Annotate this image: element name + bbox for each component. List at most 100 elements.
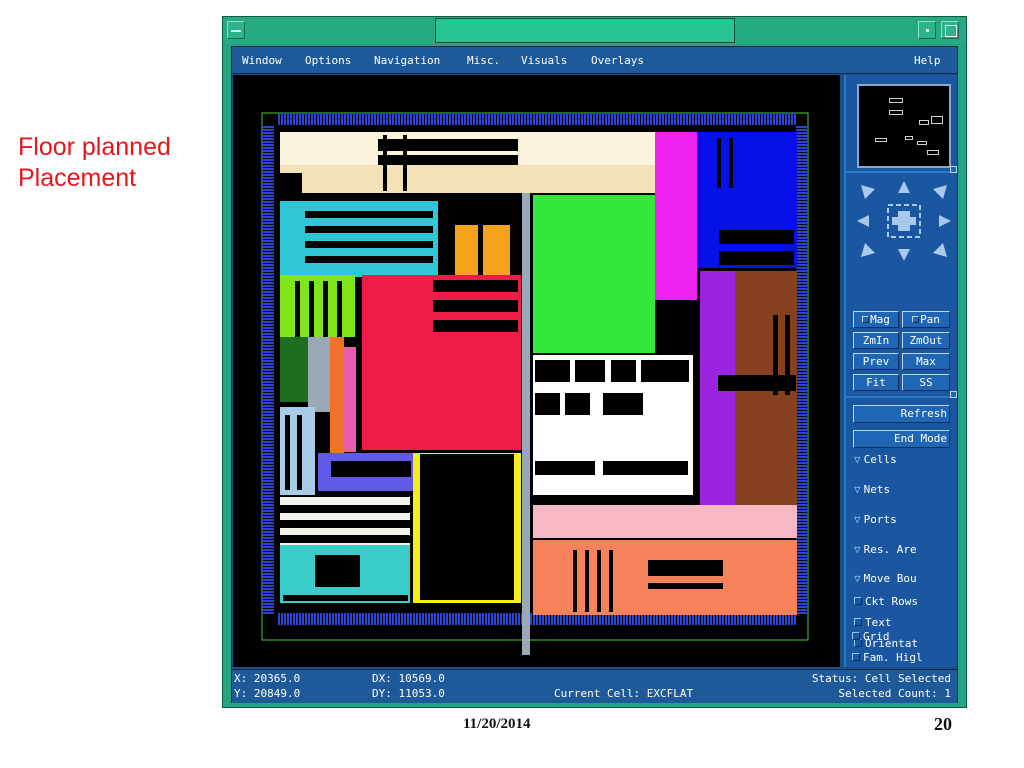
window-titlebar[interactable] — [223, 17, 966, 44]
footer-date: 11/20/2014 — [463, 716, 531, 732]
expand-triangle-icon: ▽ — [854, 513, 861, 526]
res-area-label: Res. Are — [863, 543, 917, 556]
minimap-shape — [875, 138, 887, 142]
pan-arrows-icon[interactable] — [855, 179, 953, 263]
current-cell: Current Cell: EXCFLAT — [554, 687, 694, 700]
minimap-shape — [905, 136, 913, 140]
pan-button[interactable]: Pan — [902, 311, 950, 328]
pan-right-icon — [939, 215, 951, 227]
minimize-button[interactable] — [918, 21, 936, 39]
ckt-rows-toggle[interactable]: Ckt Rows — [854, 595, 957, 609]
region-salmon — [533, 540, 797, 615]
pan-down-right-icon — [933, 243, 947, 257]
x-coordinate: X: 20365.0 — [234, 672, 301, 685]
grid-toggle[interactable]: Grid — [852, 630, 952, 644]
menu-overlays[interactable]: Overlays — [591, 54, 644, 67]
panel-separator — [846, 391, 957, 398]
slide-caption: Floor planned Placement — [18, 132, 171, 194]
fit-button[interactable]: Fit — [853, 374, 899, 391]
ckt-rows-checkbox[interactable] — [854, 597, 862, 605]
family-highlight-toggle[interactable]: Fam. Higl — [852, 651, 952, 665]
dx-value: DX: 10569.0 — [372, 672, 445, 685]
window-title-field — [435, 18, 735, 43]
res-area-expander[interactable]: ▽ Res. Are — [854, 543, 957, 557]
ports-label: Ports — [863, 513, 897, 526]
zoom-out-button[interactable]: ZmOut — [902, 332, 950, 349]
menu-misc[interactable]: Misc. — [467, 54, 500, 67]
pan-up-right-icon — [933, 185, 947, 199]
region-pink — [533, 505, 797, 538]
menu-options[interactable]: Options — [305, 54, 351, 67]
move-bounds-expander[interactable]: ▽ Move Bou — [854, 572, 957, 586]
grid-label: Grid — [863, 630, 890, 643]
minimap-shape — [889, 98, 903, 103]
region-macro-block — [420, 454, 514, 600]
ss-button[interactable]: SS — [902, 374, 950, 391]
prev-button[interactable]: Prev — [853, 353, 899, 370]
ckt-rows-label: Ckt Rows — [865, 595, 918, 608]
text-toggle[interactable]: Text — [854, 616, 957, 630]
menu-window[interactable]: Window — [242, 54, 282, 67]
y-coordinate: Y: 20849.0 — [234, 687, 301, 700]
floorplan-drawing — [261, 112, 809, 655]
separator-handle[interactable] — [950, 166, 957, 173]
window-client-area: Window Options Navigation Misc. Visuals … — [231, 46, 958, 703]
menu-navigation[interactable]: Navigation — [374, 54, 440, 67]
text-checkbox[interactable] — [854, 618, 862, 626]
layout-canvas[interactable] — [233, 75, 840, 667]
pan-label: Pan — [920, 313, 940, 326]
end-mode-button[interactable]: End Mode — [853, 430, 950, 448]
separator-handle[interactable] — [950, 391, 957, 398]
pan-up-left-icon — [861, 185, 875, 199]
cells-label: Cells — [863, 453, 897, 466]
mag-label: Mag — [870, 313, 890, 326]
text-label: Text — [865, 616, 892, 629]
tool-panel: Mag Pan ZmIn ZmOut Prev Max Fit SS Refre… — [844, 75, 957, 667]
expand-triangle-icon: ▽ — [854, 483, 861, 496]
minimap-shape — [889, 110, 903, 115]
overview-minimap[interactable] — [857, 84, 951, 168]
region-lime — [280, 275, 355, 337]
menu-help[interactable]: Help — [914, 54, 941, 67]
caption-line-1: Floor planned — [18, 133, 171, 161]
menu-visuals[interactable]: Visuals — [521, 54, 567, 67]
minimap-shape — [931, 116, 943, 124]
region-tan — [280, 165, 657, 193]
status-bar: X: 20365.0 Y: 20849.0 DX: 10569.0 DY: 11… — [232, 669, 957, 703]
mag-checkbox[interactable] — [862, 316, 870, 323]
mag-button[interactable]: Mag — [853, 311, 899, 328]
pan-down-icon — [898, 249, 910, 261]
minimap-shape — [927, 150, 939, 155]
family-highlight-label: Fam. Higl — [863, 651, 923, 664]
pan-left-icon — [857, 215, 869, 227]
region-magenta — [655, 132, 697, 300]
family-highlight-checkbox[interactable] — [852, 653, 860, 661]
region-blue — [697, 132, 797, 268]
pan-down-left-icon — [861, 243, 875, 257]
region-darkgreen — [280, 337, 308, 402]
pan-checkbox[interactable] — [912, 316, 920, 323]
grid-checkbox[interactable] — [852, 632, 860, 640]
expand-triangle-icon: ▽ — [854, 572, 861, 585]
dy-value: DY: 11053.0 — [372, 687, 445, 700]
minimap-shape — [919, 120, 929, 125]
region-spine — [522, 193, 530, 655]
max-button[interactable]: Max — [902, 353, 950, 370]
pan-up-icon — [898, 181, 910, 193]
cells-expander[interactable]: ▽ Cells — [854, 453, 957, 467]
zoom-in-button[interactable]: ZmIn — [853, 332, 899, 349]
menu-bar: Window Options Navigation Misc. Visuals … — [232, 47, 957, 74]
page-number: 20 — [934, 714, 952, 734]
expand-triangle-icon: ▽ — [854, 543, 861, 556]
nets-expander[interactable]: ▽ Nets — [854, 483, 957, 497]
panel-separator — [846, 166, 957, 173]
region-green — [533, 195, 655, 353]
minimap-shape — [917, 141, 927, 145]
window-menu-button[interactable] — [227, 21, 245, 39]
caption-line-2: Placement — [18, 164, 137, 192]
maximize-button[interactable] — [941, 21, 959, 39]
refresh-button[interactable]: Refresh — [853, 405, 950, 423]
ports-expander[interactable]: ▽ Ports — [854, 513, 957, 527]
selected-count: Selected Count: 1 — [838, 687, 951, 700]
nets-label: Nets — [863, 483, 891, 496]
